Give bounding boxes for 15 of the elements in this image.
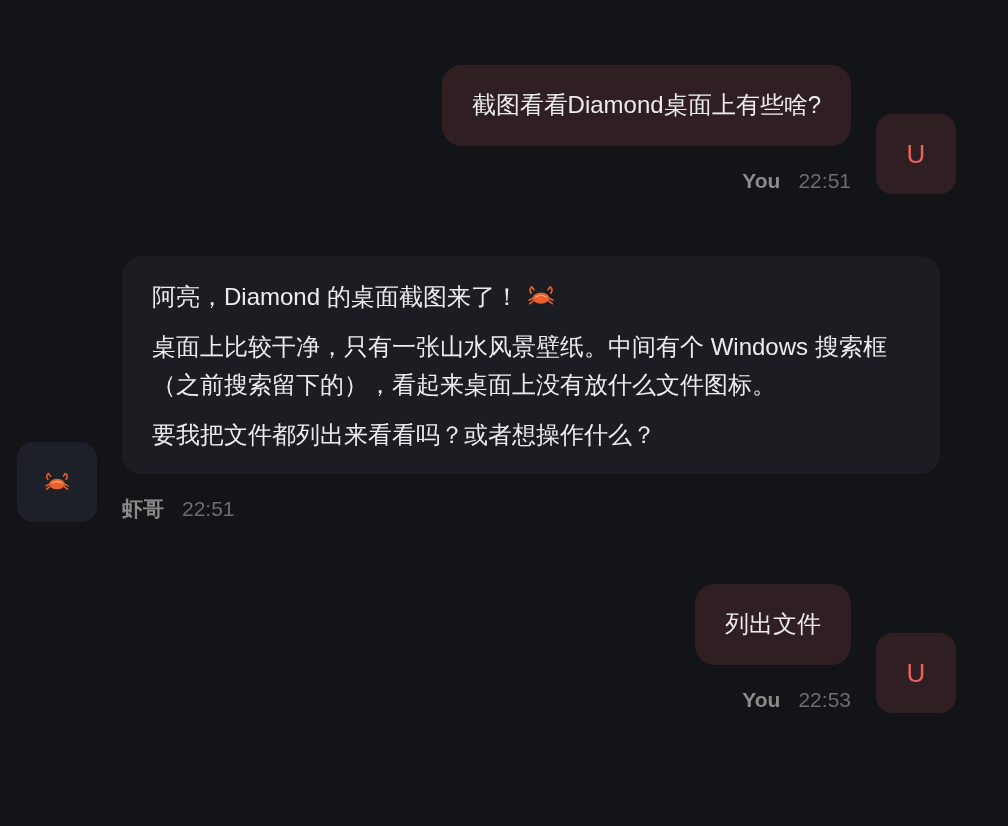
message-text: 桌面上比较干净，只有一张山水风景壁纸。中间有个 Windows 搜索框（之前搜索留下的），看起来桌面上没有放什么文件图标。: [152, 333, 887, 398]
sender-name: 虾哥: [122, 496, 164, 522]
crab-icon: [526, 284, 555, 308]
crab-icon: [44, 471, 70, 493]
message-time: 22:51: [182, 496, 235, 522]
sender-name: You: [742, 687, 781, 713]
message-text: 列出文件: [725, 609, 821, 639]
message-time: 22:53: [798, 687, 851, 713]
message-time: 22:51: [798, 168, 851, 194]
user-avatar: U: [876, 633, 956, 713]
message-text: 阿亮，Diamond 的桌面截图来了！: [152, 283, 519, 310]
message-text: 要我把文件都列出来看看吗？或者想操作什么？: [152, 421, 656, 448]
user-avatar: U: [876, 114, 956, 194]
sender-name: You: [742, 168, 781, 194]
message-text: 截图看看Diamond桌面上有些啥?: [471, 90, 821, 120]
